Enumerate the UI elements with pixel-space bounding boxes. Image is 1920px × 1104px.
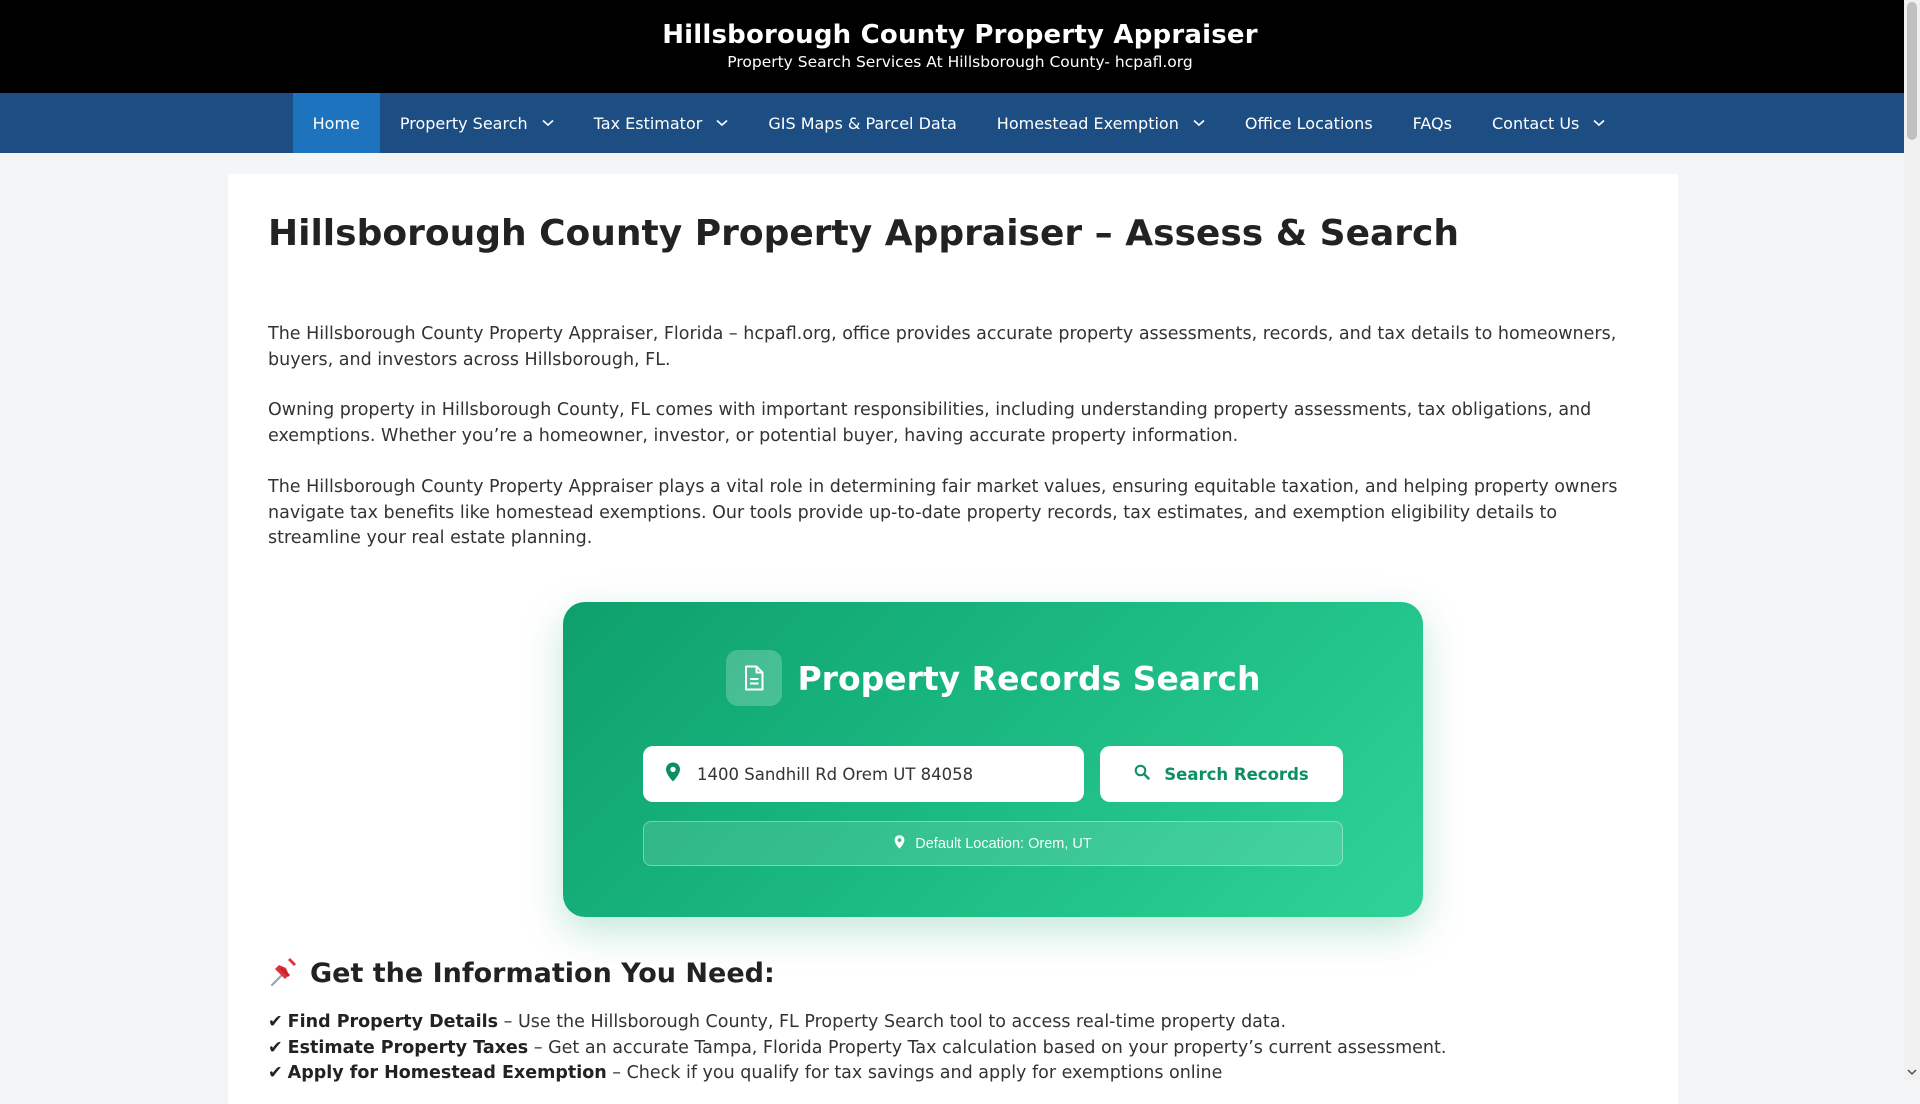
checkmark-icon: ✔ bbox=[268, 1037, 283, 1058]
page-title: Hillsborough County Property Appraiser –… bbox=[268, 213, 1460, 254]
search-icon bbox=[1134, 764, 1164, 784]
search-records-button[interactable]: Search Records bbox=[1100, 746, 1343, 802]
checkmark-icon: ✔ bbox=[268, 1012, 283, 1032]
list-item-text: – Use the Hillsborough County, FL Proper… bbox=[498, 1012, 1287, 1032]
nav-menu: Home Property Search Tax Estimator GIS M… bbox=[292, 93, 1626, 153]
list-item: ✔ Find Property Details – Use the Hillsbo… bbox=[268, 1010, 1446, 1036]
nav-item-home[interactable]: Home bbox=[292, 93, 380, 153]
nav-item-label: Property Search bbox=[399, 113, 528, 133]
search-widget-title: Property Records Search bbox=[797, 658, 1261, 698]
info-heading-text: Get the Information You Need: bbox=[310, 957, 775, 989]
list-item-title: Find Property Details bbox=[287, 1012, 499, 1032]
search-widget-header: Property Records Search bbox=[563, 650, 1423, 706]
location-pin-icon bbox=[665, 762, 695, 786]
intro-paragraph: The Hillsborough County Property Apprais… bbox=[268, 324, 1617, 370]
list-item-text: – Get an accurate Tampa, Florida Propert… bbox=[528, 1037, 1447, 1058]
chevron-down-icon bbox=[542, 119, 554, 127]
default-location-note: Default Location: Orem, UT bbox=[643, 821, 1343, 866]
nav-item-label: Homestead Exemption bbox=[996, 113, 1179, 133]
main-nav: Home Property Search Tax Estimator GIS M… bbox=[0, 93, 1920, 153]
location-pin-icon bbox=[894, 834, 915, 853]
nav-item-homestead-exemption[interactable]: Homestead Exemption bbox=[977, 93, 1225, 153]
nav-item-property-search[interactable]: Property Search bbox=[380, 93, 574, 153]
nav-item-label: GIS Maps & Parcel Data bbox=[768, 113, 957, 133]
content-card: Hillsborough County Property Appraiser –… bbox=[228, 174, 1678, 1104]
search-button-label: Search Records bbox=[1164, 764, 1309, 784]
chevron-down-icon bbox=[1193, 119, 1205, 127]
article-content: Hillsborough County Property Appraiser –… bbox=[268, 212, 1628, 1083]
nav-item-tax-estimator[interactable]: Tax Estimator bbox=[574, 93, 749, 153]
list-item-title: Estimate Property Taxes bbox=[287, 1037, 529, 1058]
nav-item-label: Home bbox=[312, 113, 360, 133]
list-item: ✔ Apply for Homestead Exemption – Check i… bbox=[268, 1061, 1446, 1087]
info-list: ✔ Find Property Details – Use the Hillsbo… bbox=[268, 1010, 1446, 1087]
chevron-down-icon bbox=[716, 119, 728, 127]
property-search-widget: Property Records Search Search Records D… bbox=[563, 602, 1423, 917]
scrollbar-thumb[interactable] bbox=[1907, 2, 1917, 140]
appraiser-role-paragraph: The Hillsborough County Property Apprais… bbox=[268, 477, 1618, 548]
scroll-down-arrow-icon[interactable] bbox=[1907, 1068, 1917, 1076]
vertical-scrollbar[interactable] bbox=[1904, 0, 1920, 1080]
address-input[interactable] bbox=[695, 763, 1059, 785]
address-field[interactable] bbox=[643, 746, 1084, 802]
list-item: ✔ Estimate Property Taxes – Get an accura… bbox=[268, 1036, 1446, 1062]
nav-item-label: Office Locations bbox=[1244, 113, 1373, 133]
site-title[interactable]: Hillsborough County Property Appraiser bbox=[0, 20, 1920, 50]
default-location-text: Default Location: Orem, UT bbox=[915, 835, 1092, 852]
nav-item-office-locations[interactable]: Office Locations bbox=[1225, 93, 1393, 153]
document-icon bbox=[725, 650, 782, 706]
nav-item-label: Tax Estimator bbox=[593, 113, 703, 133]
nav-item-label: FAQs bbox=[1412, 113, 1452, 133]
info-heading: Get the Information You Need: bbox=[268, 957, 775, 989]
list-item-text: – Check if you qualify for tax savings a… bbox=[606, 1063, 1223, 1083]
chevron-down-icon bbox=[1593, 119, 1605, 127]
nav-item-contact-us[interactable]: Contact Us bbox=[1472, 93, 1625, 153]
nav-item-gis-maps[interactable]: GIS Maps & Parcel Data bbox=[748, 93, 976, 153]
checkmark-icon: ✔ bbox=[268, 1063, 283, 1083]
site-tagline: Property Search Services At Hillsborough… bbox=[727, 53, 1193, 71]
list-item-title: Apply for Homestead Exemption bbox=[287, 1063, 607, 1083]
ownership-paragraph: Owning property in Hillsborough County, … bbox=[268, 400, 1592, 446]
site-header: Hillsborough County Property Appraiser P… bbox=[0, 0, 1920, 93]
nav-item-faqs[interactable]: FAQs bbox=[1393, 93, 1472, 153]
nav-item-label: Contact Us bbox=[1491, 113, 1580, 133]
pushpin-icon bbox=[268, 957, 300, 989]
